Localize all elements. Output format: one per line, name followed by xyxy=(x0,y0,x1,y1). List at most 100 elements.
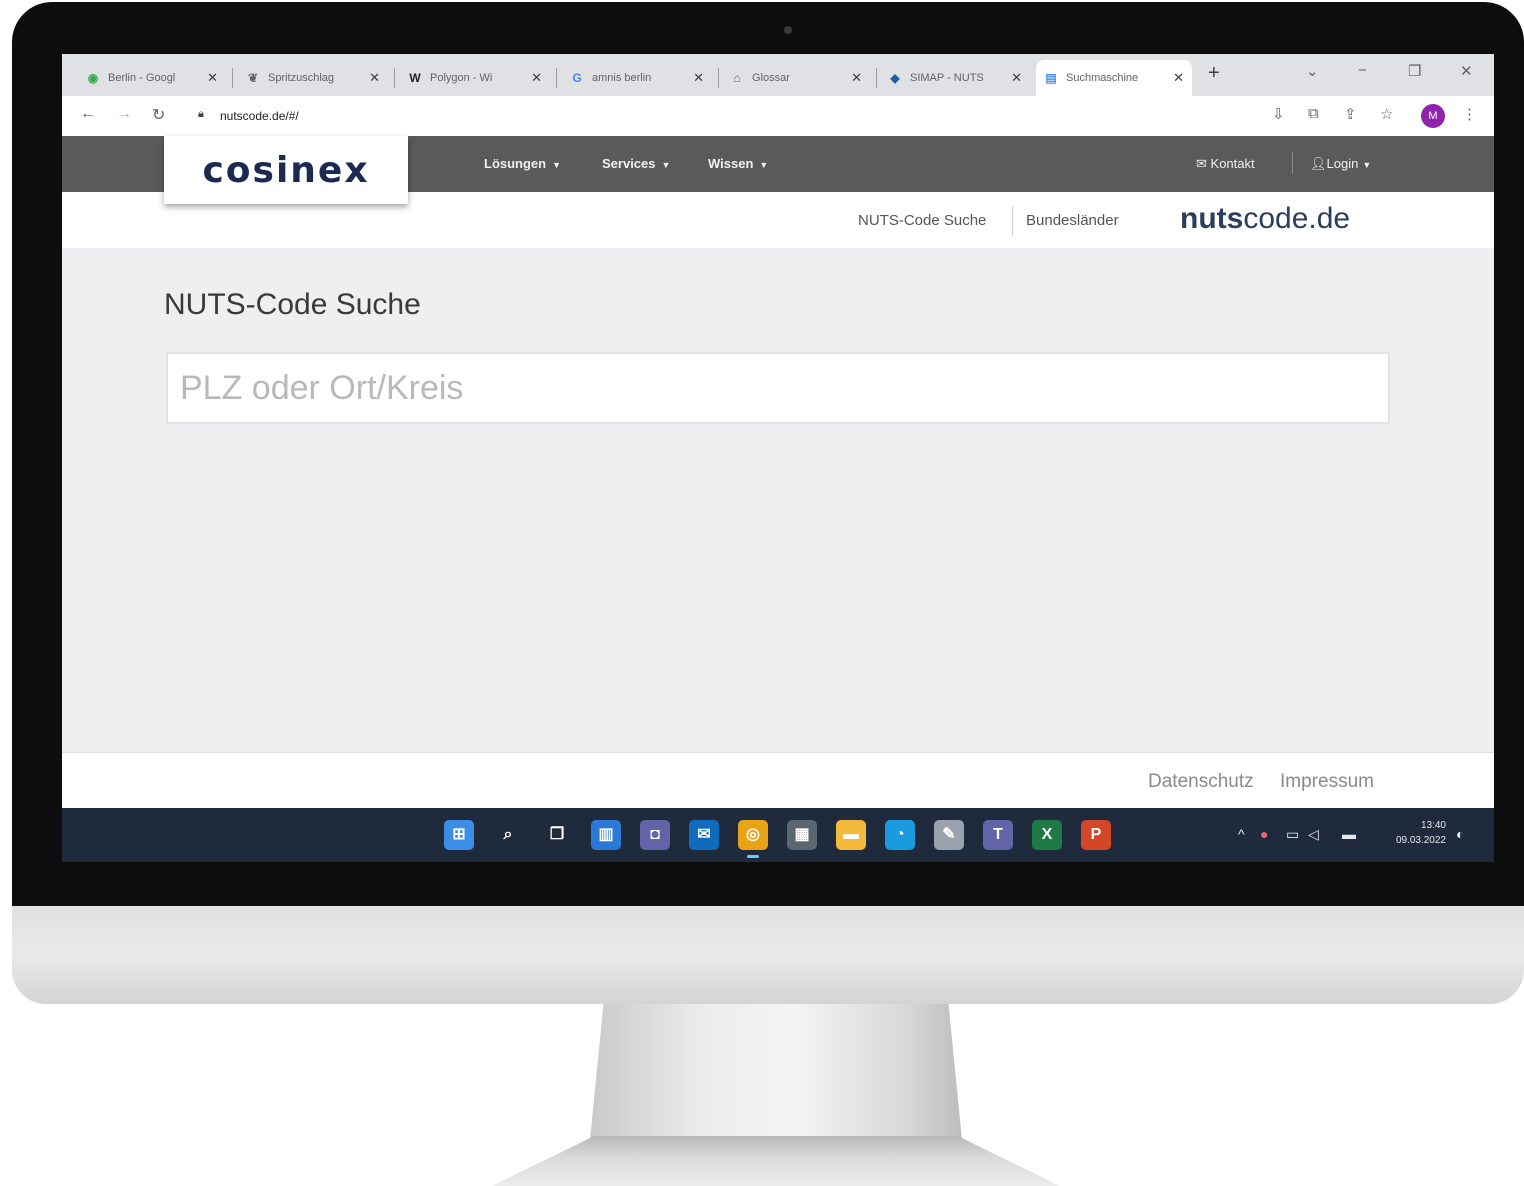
screen: ◉ Berlin - Googl ✕ ❦ Spritzuschlag ✕ W P… xyxy=(62,54,1494,862)
tab-6[interactable]: ◆ SIMAP - NUTS ✕ xyxy=(880,60,1030,96)
task-view-icon[interactable]: ❐ xyxy=(542,820,572,850)
menu-wissen[interactable]: Wissen ▼ xyxy=(708,156,768,171)
caret-down-icon: ▼ xyxy=(661,160,671,170)
translate-icon[interactable]: ⧉ xyxy=(1308,105,1319,122)
tab-5[interactable]: ⌂ Glossar ✕ xyxy=(722,60,870,96)
tab-separator xyxy=(718,68,719,88)
back-arrow-icon[interactable]: ← xyxy=(80,105,96,123)
profile-avatar[interactable]: M xyxy=(1421,104,1445,128)
start-button[interactable]: ⊞ xyxy=(444,820,474,850)
menu-services[interactable]: Services ▼ xyxy=(602,156,670,171)
caret-down-icon: ▼ xyxy=(1362,160,1372,170)
close-tab-icon[interactable]: ✕ xyxy=(207,70,218,86)
subnav-nuts-code-search[interactable]: NUTS-Code Suche xyxy=(858,212,986,229)
outlook-icon[interactable]: ✉ xyxy=(689,820,719,850)
tab-title: Spritzuschlag xyxy=(268,72,335,84)
notifications-icon[interactable]: ◐ xyxy=(1456,826,1464,842)
calendar-icon[interactable]: ▦ xyxy=(787,820,817,850)
close-tab-icon[interactable]: ✕ xyxy=(1173,70,1184,86)
tab-title: Berlin - Googl xyxy=(108,72,176,84)
search-input[interactable] xyxy=(166,352,1390,424)
brand-bold: nuts xyxy=(1180,202,1244,235)
menu-kebab-icon[interactable]: ⋮ xyxy=(1462,105,1477,123)
address-bar[interactable]: 🔒︎ nutscode.de/#/ xyxy=(186,102,1256,130)
edge-icon[interactable]: ◔ xyxy=(885,820,915,850)
reload-icon[interactable]: ↻ xyxy=(152,105,165,125)
close-tab-icon[interactable]: ✕ xyxy=(1011,70,1022,86)
cosinex-logo[interactable]: cosinex xyxy=(164,136,408,204)
contact-label: Kontakt xyxy=(1210,156,1255,171)
menu-label: Lösungen xyxy=(484,156,547,171)
tray-app-icon[interactable]: ● xyxy=(1260,826,1268,842)
close-tab-icon[interactable]: ✕ xyxy=(851,70,862,86)
logo-text: cosinex xyxy=(202,149,370,191)
notepad-icon[interactable]: ✎ xyxy=(934,820,964,850)
install-app-icon[interactable]: ⇩ xyxy=(1272,105,1285,123)
tab-2[interactable]: ❦ Spritzuschlag ✕ xyxy=(238,60,388,96)
wikipedia-icon: W xyxy=(409,71,421,85)
forward-arrow-icon[interactable]: → xyxy=(116,105,132,123)
teams-icon[interactable]: T xyxy=(983,820,1013,850)
new-tab-button[interactable]: + xyxy=(1208,62,1220,85)
subnav-divider xyxy=(1012,206,1013,236)
battery-icon[interactable]: ▬ xyxy=(1342,826,1356,842)
chrome-icon[interactable]: ◎ xyxy=(738,820,768,858)
subnav-bundeslaender[interactable]: Bundesländer xyxy=(1026,212,1119,229)
tab-title: SIMAP - NUTS xyxy=(910,72,984,84)
brand-rest: code.de xyxy=(1243,202,1351,235)
leaf-icon: ❦ xyxy=(247,71,259,85)
monitor-stand-foot xyxy=(492,1136,1060,1186)
lock-icon: 🔒︎ xyxy=(198,108,204,120)
login-label: Login xyxy=(1326,156,1359,171)
main-content: NUTS-Code Suche xyxy=(62,248,1494,752)
powerpoint-icon[interactable]: P xyxy=(1081,820,1111,850)
nutscode-brand[interactable]: nutscode.de xyxy=(1180,202,1350,236)
bookmark-star-icon[interactable]: ☆ xyxy=(1380,105,1393,123)
share-icon[interactable]: ⇪ xyxy=(1344,105,1357,123)
widgets-icon[interactable]: ▥ xyxy=(591,820,621,850)
login-dropdown[interactable]: 👤︎Login ▼ xyxy=(1310,156,1371,172)
tab-separator xyxy=(556,68,557,88)
minimize-icon[interactable]: − xyxy=(1358,62,1367,79)
google-icon: G xyxy=(572,71,582,85)
clock-date: 09.03.2022 xyxy=(1395,835,1446,846)
privacy-link[interactable]: Datenschutz xyxy=(1148,771,1254,793)
browser-toolbar: ← → ↻ 🔒︎ nutscode.de/#/ ⇩ ⧉ ⇪ ☆ M ⋮ xyxy=(62,96,1494,136)
network-icon[interactable]: ▭ xyxy=(1286,826,1299,843)
contact-link[interactable]: ✉ Kontakt xyxy=(1196,156,1255,172)
tab-title: amnis berlin xyxy=(592,72,652,84)
imprint-link[interactable]: Impressum xyxy=(1280,771,1374,793)
tab-title: Polygon - Wi xyxy=(430,72,493,84)
page-icon: ▤ xyxy=(1045,71,1057,85)
close-tab-icon[interactable]: ✕ xyxy=(693,70,704,86)
taskbar-clock[interactable]: 13:40 09.03.2022 xyxy=(1376,818,1446,848)
tab-separator xyxy=(394,68,395,88)
tab-search-icon[interactable]: ⌄ xyxy=(1306,62,1319,80)
site-footer: Datenschutz Impressum xyxy=(62,752,1494,808)
menu-loesungen[interactable]: Lösungen ▼ xyxy=(484,156,561,171)
menu-label: Services xyxy=(602,156,656,171)
close-window-icon[interactable]: ✕ xyxy=(1460,62,1473,80)
caret-down-icon: ▼ xyxy=(552,160,562,170)
tray-chevron-icon[interactable]: ^ xyxy=(1238,826,1245,842)
teams-chat-icon[interactable]: ◘ xyxy=(640,820,670,850)
simap-icon: ◆ xyxy=(890,71,900,85)
maps-pin-icon: ◉ xyxy=(87,71,99,85)
file-explorer-icon[interactable]: ▬ xyxy=(836,820,866,850)
search-icon[interactable]: ⌕ xyxy=(493,820,523,850)
close-tab-icon[interactable]: ✕ xyxy=(369,70,380,86)
page-title: NUTS-Code Suche xyxy=(164,288,421,321)
tab-3[interactable]: W Polygon - Wi ✕ xyxy=(400,60,550,96)
tab-4[interactable]: G amnis berlin ✕ xyxy=(562,60,712,96)
excel-icon[interactable]: X xyxy=(1032,820,1062,850)
tab-separator xyxy=(876,68,877,88)
tab-7-active[interactable]: ▤ Suchmaschine ✕ xyxy=(1036,60,1192,96)
close-tab-icon[interactable]: ✕ xyxy=(531,70,542,86)
tab-1[interactable]: ◉ Berlin - Googl ✕ xyxy=(78,60,226,96)
nav-divider xyxy=(1292,152,1293,174)
tab-title: Suchmaschine xyxy=(1066,72,1139,84)
restore-icon[interactable]: ❐ xyxy=(1408,62,1421,80)
tab-separator xyxy=(232,68,233,88)
volume-icon[interactable]: ◁ xyxy=(1308,826,1319,843)
glossary-icon: ⌂ xyxy=(733,71,741,85)
